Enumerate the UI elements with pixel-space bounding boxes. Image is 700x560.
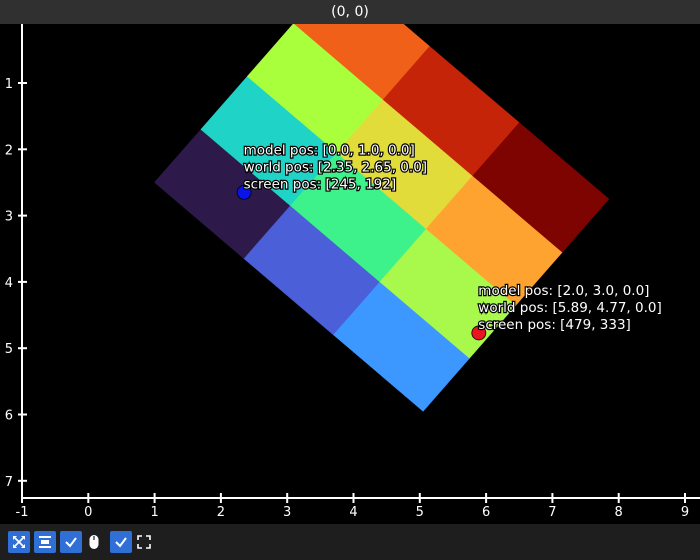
x-tick-label: 3 xyxy=(283,505,291,520)
y-tick-label: 1 xyxy=(5,77,13,92)
align-icon xyxy=(39,536,51,548)
autoscale-icon xyxy=(13,536,25,548)
x-tick-label: 4 xyxy=(349,505,357,520)
x-tick-label: -1 xyxy=(16,505,29,520)
y-tick-label: 5 xyxy=(5,342,13,357)
checkbox-checked-icon xyxy=(115,537,127,548)
y-tick-label: 7 xyxy=(5,475,13,490)
window-title-bar: (0, 0) xyxy=(0,0,700,24)
marker-label: model pos: [0.0, 1.0, 0.0] xyxy=(244,142,415,158)
y-tick-label: 3 xyxy=(5,210,13,225)
toggle-checkbox-2[interactable] xyxy=(110,531,132,553)
mouse-icon xyxy=(89,535,99,549)
x-tick-label: 5 xyxy=(416,505,424,520)
heatmap-cells xyxy=(154,24,610,412)
y-tick-label: 4 xyxy=(5,276,13,291)
x-tick-label: 8 xyxy=(615,505,623,520)
marker-label: world pos: [5.89, 4.77, 0.0] xyxy=(478,300,661,316)
autoscale-button[interactable] xyxy=(8,531,30,553)
plot-area[interactable]: -1 0 1 2 3 4 5 6 7 8 9 1 2 3 4 5 6 7 model pos: [0.0, 1.0… xyxy=(0,24,700,524)
y-tick-label: 2 xyxy=(5,143,13,158)
x-tick-label: 6 xyxy=(482,505,490,520)
x-tick-label: 1 xyxy=(150,505,158,520)
fullscreen-button[interactable] xyxy=(136,531,152,553)
x-tick-label: 9 xyxy=(681,505,689,520)
mouse-mode-button[interactable] xyxy=(86,531,102,553)
marker-label: screen pos: [479, 333] xyxy=(478,317,631,333)
marker-label: screen pos: [245, 192] xyxy=(244,176,397,192)
toggle-checkbox-1[interactable] xyxy=(60,531,82,553)
plot-canvas[interactable]: -1 0 1 2 3 4 5 6 7 8 9 1 2 3 4 5 6 7 model pos: [0.0, 1.0… xyxy=(0,24,700,524)
marker-label: model pos: [2.0, 3.0, 0.0] xyxy=(478,283,649,299)
fullscreen-icon xyxy=(137,535,151,549)
y-tick-label: 6 xyxy=(5,409,13,424)
x-tick-label: 7 xyxy=(548,505,556,520)
bottom-toolbar xyxy=(0,524,700,560)
x-tick-label: 0 xyxy=(84,505,92,520)
checkbox-checked-icon xyxy=(65,537,77,548)
window-title: (0, 0) xyxy=(331,4,369,20)
align-button[interactable] xyxy=(34,531,56,553)
x-tick-label: 2 xyxy=(217,505,225,520)
marker-label: world pos: [2.35, 2.65, 0.0] xyxy=(244,159,427,175)
